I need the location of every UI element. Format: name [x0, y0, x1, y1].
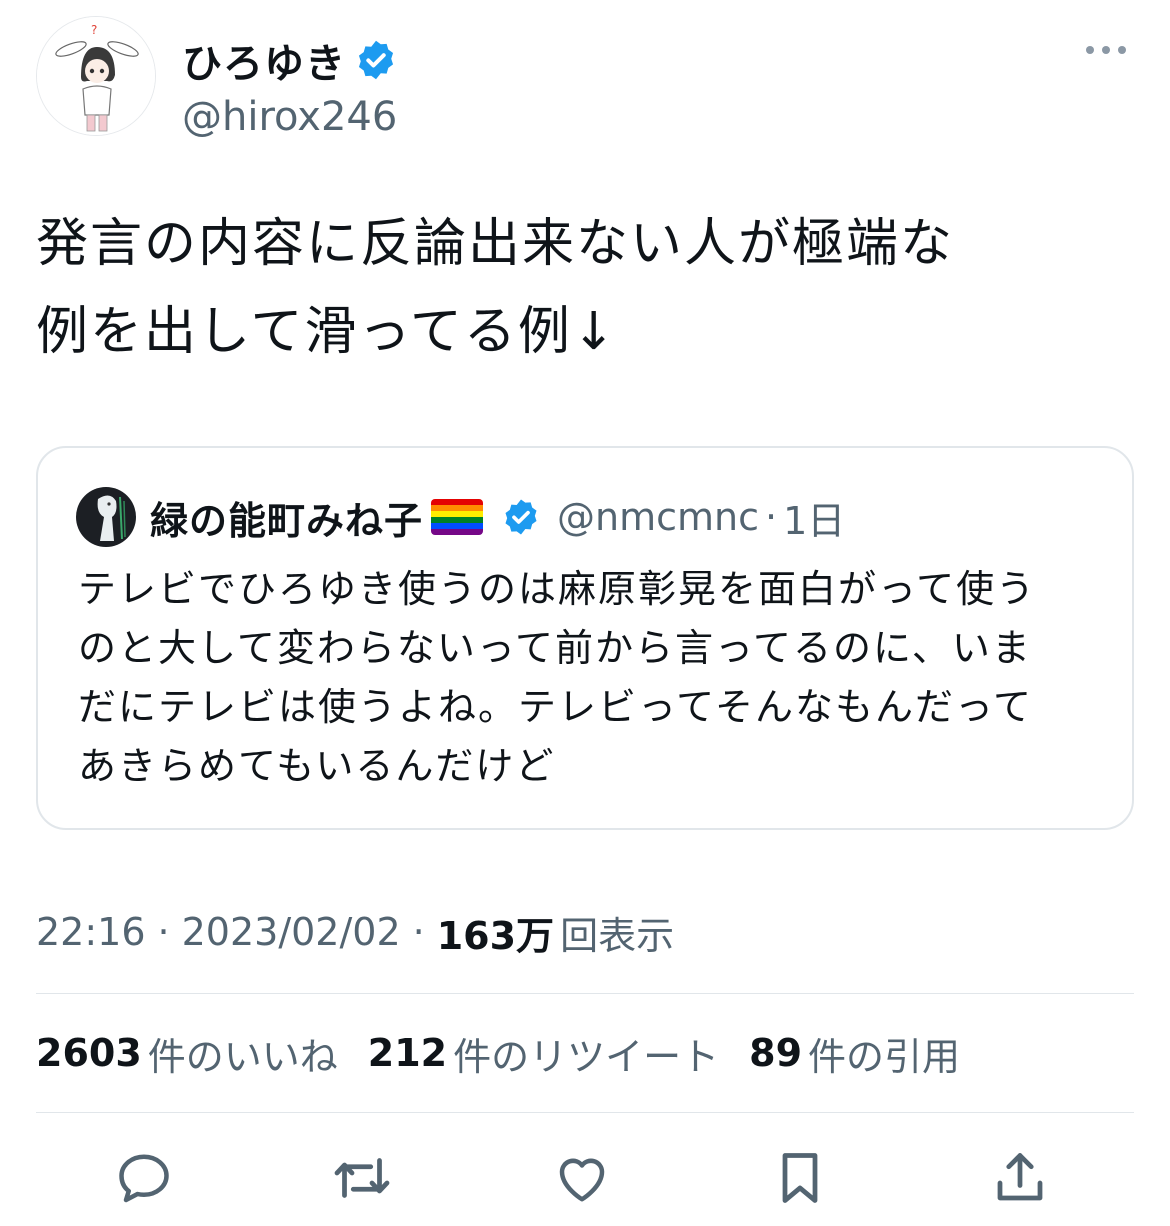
quoted-tweet-card[interactable]: 緑の能町みね子 @nmcmnc · 1日 テレビでひろゆき使うのは麻原彰晃を面白… — [36, 446, 1134, 830]
quoted-author-handle: @nmcmnc — [557, 495, 760, 539]
avatar-illustration: ? — [37, 17, 155, 135]
views-count: 163万 — [436, 913, 555, 958]
author-name-row: ひろゆき — [182, 28, 398, 92]
views-label: 回表示 — [560, 913, 675, 958]
bookmark-icon — [782, 1153, 818, 1203]
quoted-text-line: だにテレビは使うよね。テレビってそんなもんだって — [78, 685, 1034, 729]
verified-badge-icon — [358, 40, 394, 80]
quotes-label: 件の引用 — [808, 1034, 961, 1079]
quoted-text-line: テレビでひろゆき使うのは麻原彰晃を面白がって使う — [78, 567, 1037, 611]
tweet-header: ? ひろゆき @hirox246 — [36, 16, 1134, 140]
tweet-time[interactable]: 22:16 — [36, 910, 146, 954]
meta-separator: · — [412, 910, 425, 954]
action-bar — [0, 1142, 1170, 1214]
like-icon — [559, 1158, 605, 1202]
quoted-timestamp: 1日 — [783, 498, 846, 543]
bookmark-button[interactable] — [764, 1142, 836, 1214]
quoted-tweet-text: テレビでひろゆき使うのは麻原彰晃を面白がって使う のと大して変わらないって前から… — [78, 560, 1098, 796]
retweets-count: 212 — [367, 1031, 448, 1075]
likes-stat[interactable]: 2603 件のいいね — [36, 1026, 338, 1081]
reply-icon — [119, 1154, 169, 1203]
retweet-icon — [334, 1158, 390, 1198]
likes-label: 件のいいね — [147, 1034, 338, 1079]
divider — [36, 1112, 1134, 1113]
quoted-verified-badge-icon — [505, 499, 537, 535]
tweet-date[interactable]: 2023/02/02 — [182, 910, 401, 954]
retweets-label: 件のリツイート — [453, 1034, 720, 1079]
divider — [36, 993, 1134, 994]
quoted-separator: · — [765, 495, 778, 539]
likes-count: 2603 — [36, 1031, 142, 1075]
svg-text:?: ? — [91, 23, 97, 37]
quotes-count: 89 — [749, 1031, 803, 1075]
share-button[interactable] — [984, 1142, 1056, 1214]
tweet-text-line: 例を出して滑ってる例↓ — [36, 302, 618, 362]
reply-button[interactable] — [108, 1142, 180, 1214]
like-button[interactable] — [546, 1142, 618, 1214]
author-avatar[interactable]: ? — [36, 16, 156, 136]
quoted-author-display-name: 緑の能町みね子 — [150, 498, 424, 543]
rainbow-flag-icon — [431, 499, 484, 535]
share-icon — [997, 1153, 1043, 1201]
quoted-author-avatar — [76, 487, 136, 547]
retweet-button[interactable] — [326, 1142, 398, 1214]
quoted-text-line: のと大して変わらないって前から言ってるのに、いま — [78, 626, 1032, 670]
quoted-text-line: あきらめてもいるんだけど — [78, 744, 556, 788]
quoted-tweet-header: 緑の能町みね子 @nmcmnc · 1日 — [76, 486, 845, 548]
quoted-avatar-illustration — [76, 487, 136, 547]
more-options-icon[interactable] — [1084, 42, 1128, 58]
author-display-name[interactable]: ひろゆき — [182, 31, 346, 89]
retweets-stat[interactable]: 212 件のリツイート — [368, 1026, 719, 1081]
meta-separator: · — [157, 910, 170, 954]
tweet-meta: 22:16 · 2023/02/02 · 163万 回表示 — [36, 902, 674, 962]
tweet-text-line: 発言の内容に反論出来ない人が極端な — [36, 214, 955, 274]
author-handle[interactable]: @hirox246 — [182, 94, 397, 140]
engagement-stats: 2603 件のいいね 212 件のリツイート 89 件の引用 — [36, 1025, 990, 1081]
tweet-text: 発言の内容に反論出来ない人が極端な 例を出して滑ってる例↓ — [36, 200, 1136, 376]
quotes-stat[interactable]: 89 件の引用 — [749, 1026, 960, 1081]
